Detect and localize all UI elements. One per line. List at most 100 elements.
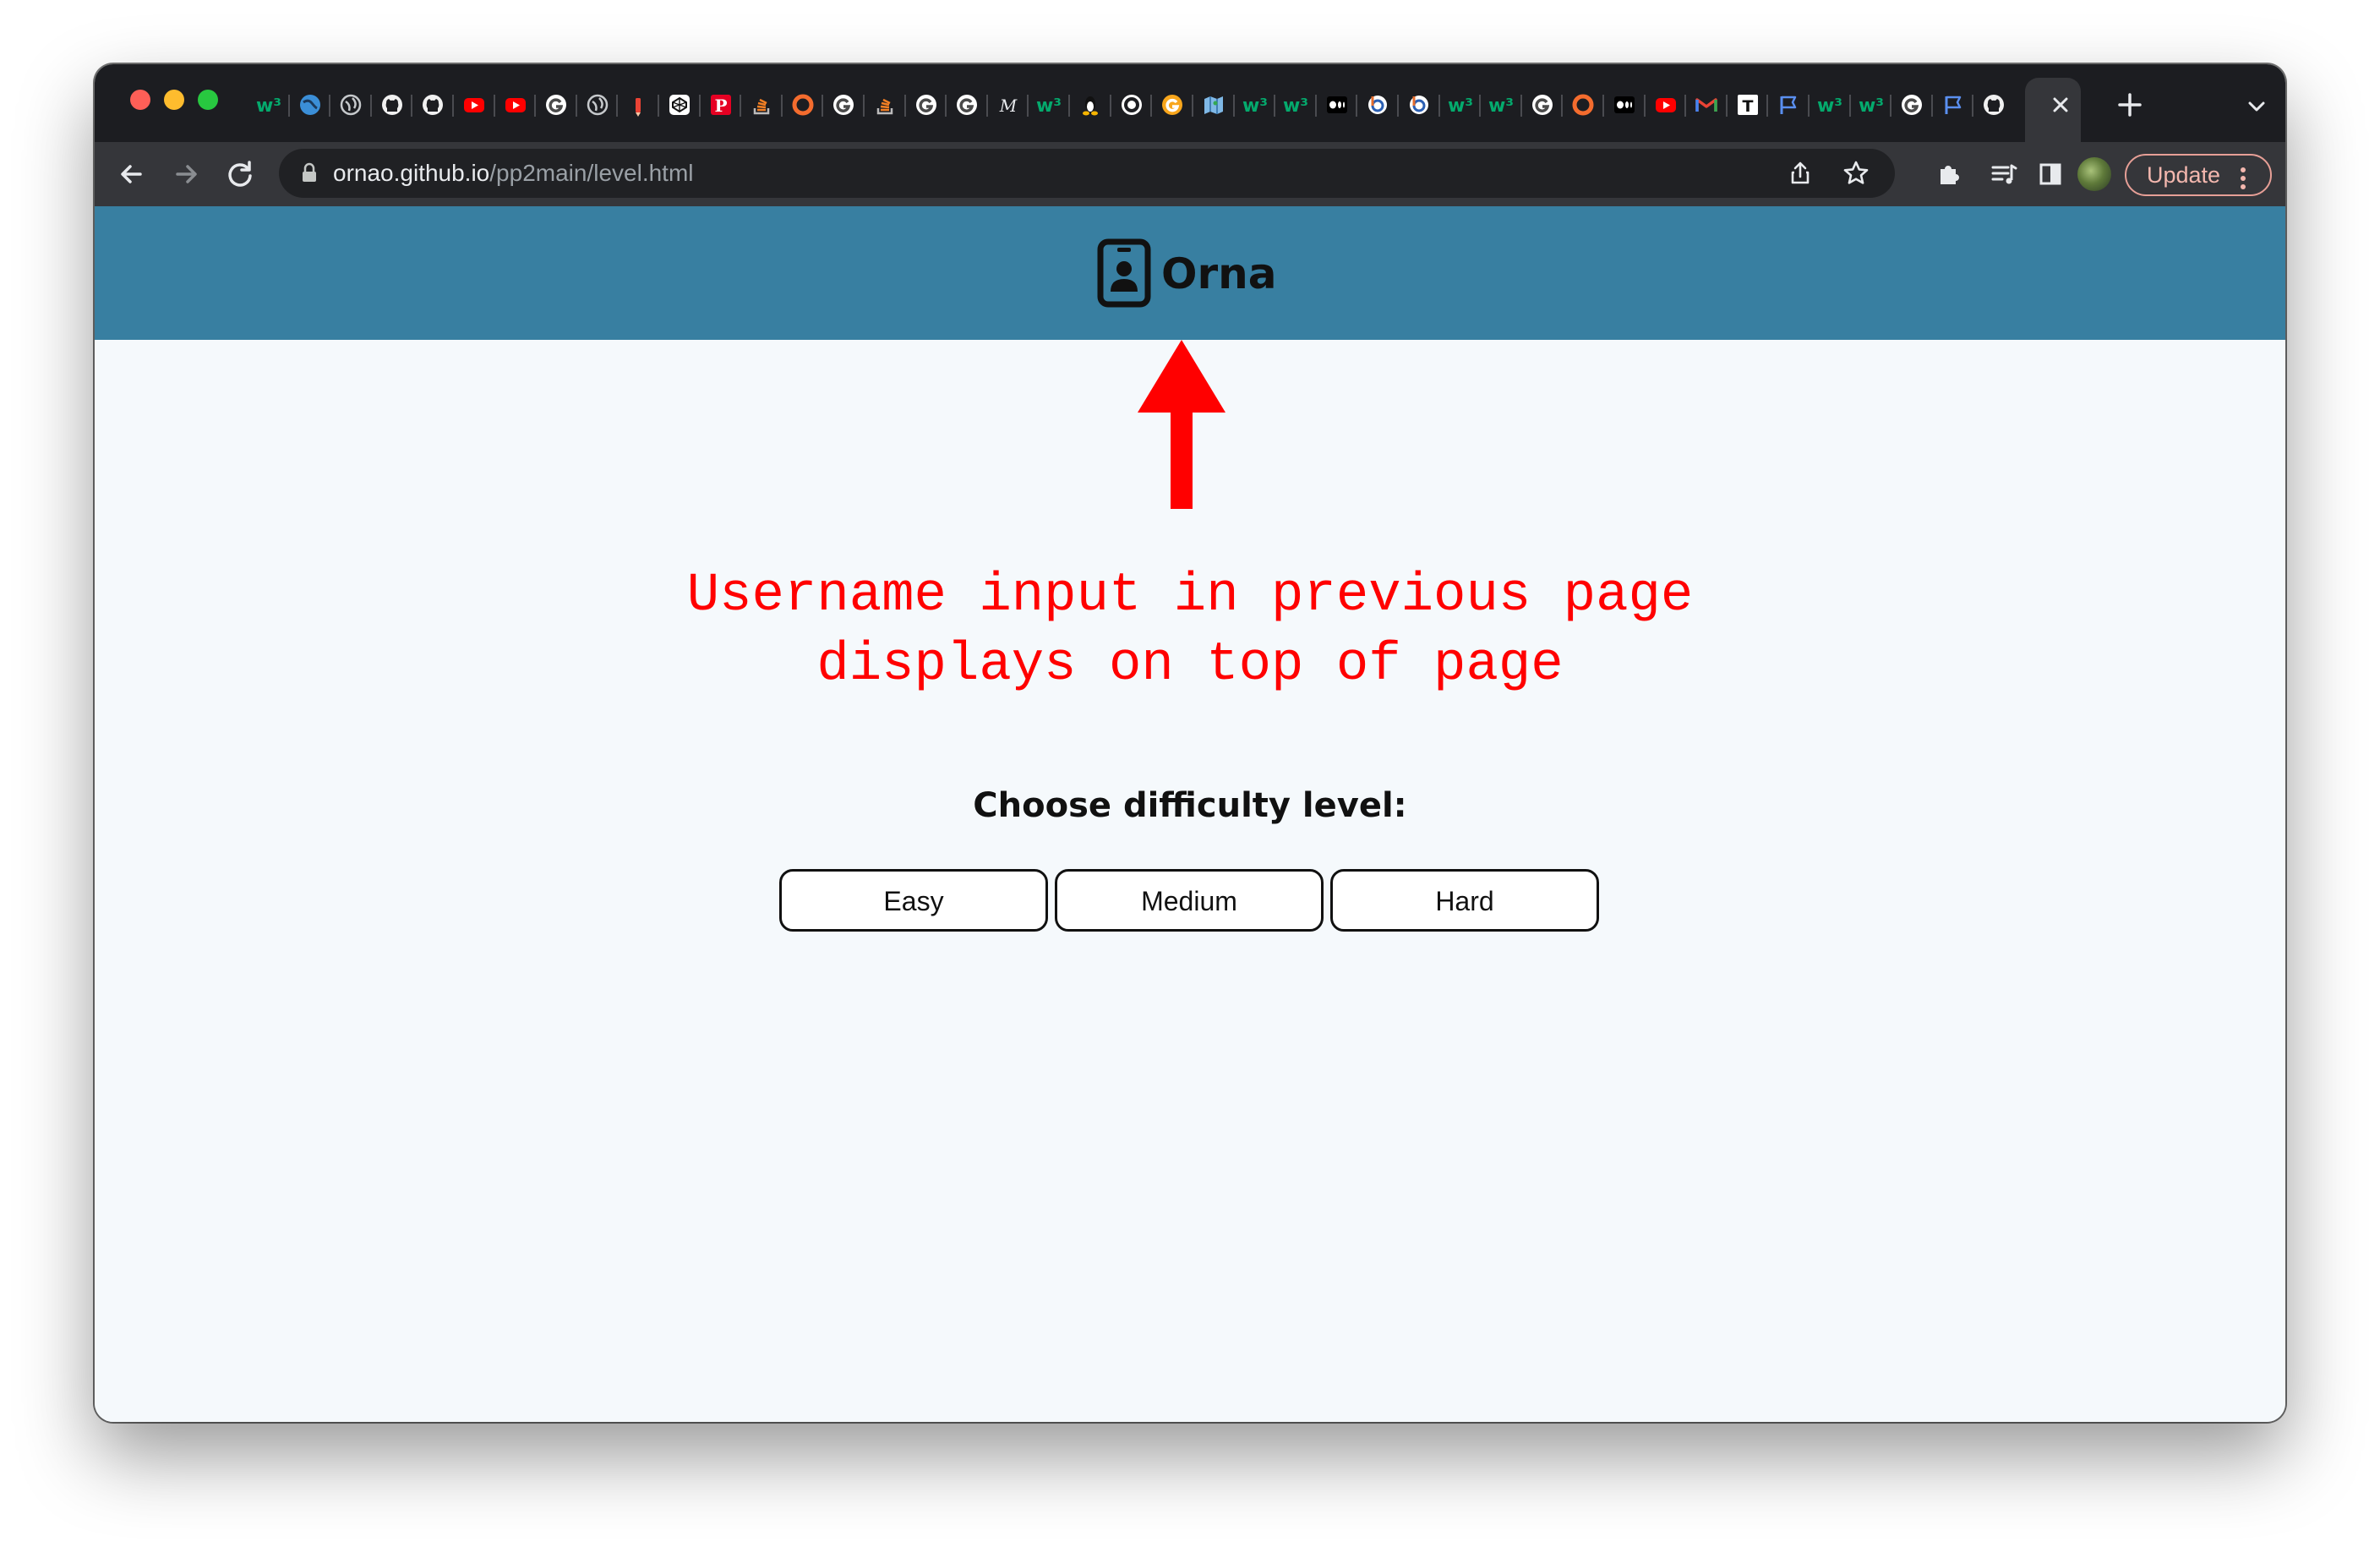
reload-icon[interactable] xyxy=(220,154,260,194)
tab-separator xyxy=(1192,95,1193,117)
tab-favicon-google-icon[interactable] xyxy=(909,88,943,122)
update-button[interactable]: Update xyxy=(2125,154,2272,196)
svg-text:w³: w³ xyxy=(1859,96,1884,117)
tab-favicon-w3schools-icon[interactable]: w³ xyxy=(252,88,286,122)
tab-favicon-medium-icon[interactable] xyxy=(1608,88,1641,122)
username-display: Orna xyxy=(1161,249,1277,298)
tab-favicon-google-icon[interactable] xyxy=(1526,88,1559,122)
tab-favicon-github-icon[interactable] xyxy=(416,88,450,122)
tab-favicon-pencil-icon[interactable] xyxy=(621,88,655,122)
annotation-arrow-icon xyxy=(1138,340,1225,509)
tab-favicon-w3schools-icon[interactable]: w³ xyxy=(1444,88,1477,122)
svg-text:P: P xyxy=(714,96,727,116)
tab-favicon-map-icon[interactable] xyxy=(1197,88,1231,122)
tab-separator xyxy=(699,95,701,117)
tab-favicon-google-icon[interactable] xyxy=(827,88,860,122)
tab-favicon-google-icon[interactable] xyxy=(539,88,573,122)
tab-favicon-stackoverflow-icon[interactable] xyxy=(868,88,902,122)
hard-button[interactable]: Hard xyxy=(1330,869,1599,932)
browser-toolbar: ornao.github.io/pp2main/level.html Updat… xyxy=(95,142,2285,206)
forward-arrow-icon[interactable] xyxy=(166,154,206,194)
menu-dots-icon[interactable] xyxy=(2240,163,2246,189)
tab-separator xyxy=(863,95,865,117)
extensions-puzzle-icon[interactable] xyxy=(1929,154,1969,194)
medium-button[interactable]: Medium xyxy=(1055,869,1324,932)
tab-separator xyxy=(288,95,290,117)
zoom-window-button[interactable] xyxy=(198,90,218,110)
tab-separator xyxy=(1726,95,1728,117)
tab-favicon-w3schools-icon[interactable]: w³ xyxy=(1279,88,1313,122)
minimize-window-button[interactable] xyxy=(164,90,184,110)
address-bar[interactable]: ornao.github.io/pp2main/level.html xyxy=(279,149,1895,198)
svg-text:w³: w³ xyxy=(1488,96,1514,117)
tab-separator xyxy=(1808,95,1810,117)
tab-favicon-w3schools-icon[interactable]: w³ xyxy=(1484,88,1518,122)
tab-favicon-globe-icon[interactable] xyxy=(334,88,368,122)
tab-favicon-youtube-icon[interactable] xyxy=(457,88,491,122)
tab-favicon-chrome-icon[interactable] xyxy=(1115,88,1149,122)
tab-favicon-medium-icon[interactable] xyxy=(1320,88,1354,122)
tab-separator xyxy=(576,95,577,117)
tab-separator xyxy=(1931,95,1933,117)
tab-separator xyxy=(945,95,947,117)
tab-favicon-w3schools-icon[interactable]: w³ xyxy=(1238,88,1272,122)
svg-text:w³: w³ xyxy=(1448,96,1473,117)
lock-icon[interactable] xyxy=(296,160,323,187)
tab-favicon-github-icon[interactable] xyxy=(1977,88,2011,122)
tab-favicon-google-icon[interactable] xyxy=(1895,88,1929,122)
tab-favicon-g-orange-icon[interactable] xyxy=(1155,88,1189,122)
bookmark-star-icon[interactable] xyxy=(1839,156,1873,190)
svg-text:w³: w³ xyxy=(1283,96,1308,117)
tab-favicon-github-icon[interactable] xyxy=(375,88,409,122)
tab-separator xyxy=(1027,95,1029,117)
easy-button[interactable]: Easy xyxy=(779,869,1048,932)
new-tab-button[interactable] xyxy=(2111,86,2148,123)
tab-separator xyxy=(1684,95,1686,117)
tab-favicon-b-icon[interactable] xyxy=(1402,88,1436,122)
tab-separator xyxy=(1479,95,1481,117)
tab-favicon-stackoverflow-icon[interactable] xyxy=(745,88,778,122)
tab-favicon-w3schools-icon[interactable]: w³ xyxy=(1854,88,1888,122)
tab-separator xyxy=(1150,95,1152,117)
side-panel-icon[interactable] xyxy=(2030,154,2071,194)
close-window-button[interactable] xyxy=(130,90,150,110)
browser-window: w³ P Mw³ w³ w³ w³ w³ Tw³ w³ ornao.github.io/pp2m… xyxy=(95,64,2285,1422)
tab-separator xyxy=(1068,95,1070,117)
url-text[interactable]: ornao.github.io/pp2main/level.html xyxy=(333,160,694,187)
reading-list-icon[interactable] xyxy=(1983,154,2023,194)
tab-favicon-gmail-icon[interactable] xyxy=(1689,88,1723,122)
tab-favicon-flag-icon[interactable] xyxy=(1771,88,1805,122)
tab-favicon-globe-blue-icon[interactable] xyxy=(293,88,327,122)
tab-separator xyxy=(822,95,823,117)
tab-separator xyxy=(494,95,495,117)
tab-favicon-linux-icon[interactable] xyxy=(1073,88,1107,122)
choose-difficulty-heading: Choose difficulty level: xyxy=(973,786,1407,825)
tab-favicon-t-icon[interactable]: T xyxy=(1731,88,1765,122)
tab-favicon-b-icon[interactable] xyxy=(1361,88,1395,122)
tab-favicon-codepen-icon[interactable] xyxy=(663,88,696,122)
tab-favicon-youtube-icon[interactable] xyxy=(1649,88,1683,122)
tab-separator xyxy=(1602,95,1604,117)
tab-favicon-youtube-icon[interactable] xyxy=(499,88,532,122)
tab-separator xyxy=(411,95,412,117)
tab-favicon-google-icon[interactable] xyxy=(950,88,984,122)
tab-favicon-flag-icon[interactable] xyxy=(1936,88,1970,122)
back-arrow-icon[interactable] xyxy=(112,154,152,194)
share-icon[interactable] xyxy=(1783,156,1817,190)
tab-favicon-ring-icon[interactable] xyxy=(1566,88,1600,122)
close-tab-icon[interactable] xyxy=(2044,88,2077,122)
tab-favicon-globe-icon[interactable] xyxy=(581,88,614,122)
tab-favicon-w3schools-icon[interactable]: w³ xyxy=(1813,88,1847,122)
tab-favicon-ring-icon[interactable] xyxy=(786,88,820,122)
tab-separator xyxy=(986,95,988,117)
tab-separator xyxy=(904,95,906,117)
tab-favicon-pinterest-icon[interactable]: P xyxy=(704,88,738,122)
tab-search-chevron-icon[interactable] xyxy=(2240,90,2274,123)
tab-separator xyxy=(1274,95,1275,117)
tab-favicon-m-icon[interactable]: M xyxy=(991,88,1025,122)
tab-favicon-w3schools-icon[interactable]: w³ xyxy=(1032,88,1066,122)
profile-avatar[interactable] xyxy=(2077,157,2111,191)
annotation-text: Username input in previous page displays… xyxy=(95,561,2285,700)
web-page: Orna Username input in previous page dis… xyxy=(95,206,2285,1422)
svg-text:w³: w³ xyxy=(1242,96,1268,117)
